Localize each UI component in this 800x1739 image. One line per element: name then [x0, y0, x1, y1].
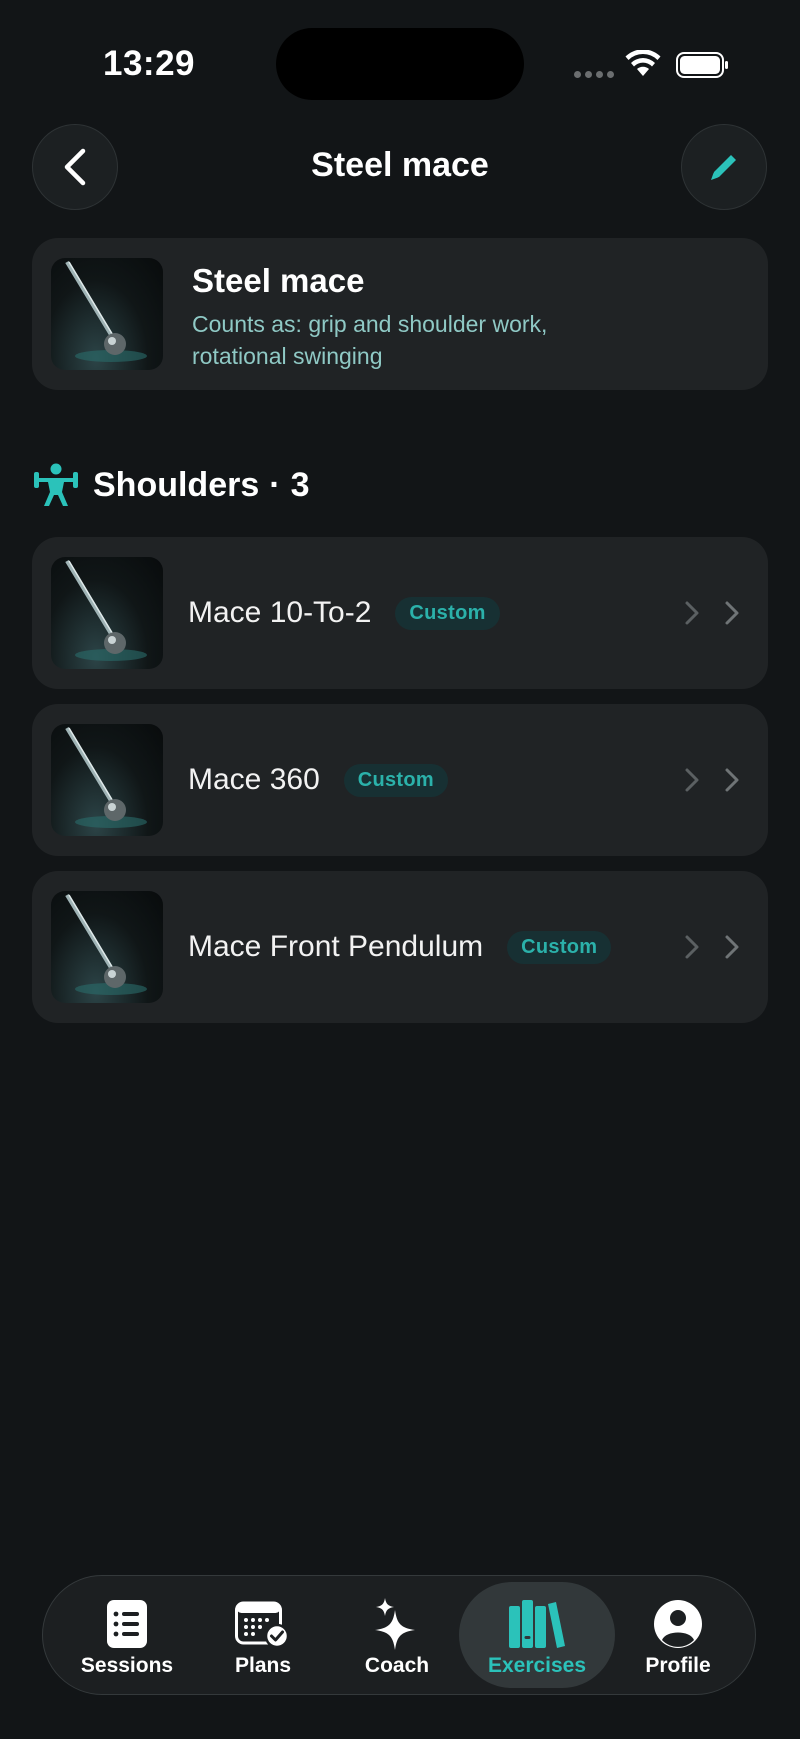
chevron-right-icon: [684, 871, 700, 1023]
section-separator: ·: [269, 466, 281, 504]
custom-badge: Custom: [507, 930, 612, 964]
section-title: Shoulders · 3: [93, 466, 310, 505]
exercise-thumbnail: [51, 557, 163, 669]
exercise-row[interactable]: Mace Front Pendulum Custom: [32, 871, 768, 1023]
sparkles-icon: [375, 1598, 415, 1650]
exercise-row[interactable]: Mace 10-To-2 Custom: [32, 537, 768, 689]
list-icon: [107, 1600, 147, 1648]
tab-label: Coach: [364, 1654, 430, 1677]
equipment-card: Steel mace Counts as: grip and shoulder …: [32, 238, 768, 390]
exercise-row[interactable]: Mace 360 Custom: [32, 704, 768, 856]
tab-coach[interactable]: Coach: [327, 1576, 467, 1693]
calendar-check-icon: [235, 1601, 290, 1649]
tab-label: Plans: [234, 1654, 292, 1677]
exercise-name: Mace 360: [188, 763, 320, 796]
exercise-thumbnail: [51, 724, 163, 836]
chevron-right-icon: [724, 871, 740, 1023]
chevron-right-icon: [724, 704, 740, 856]
pencil-icon: [711, 155, 736, 180]
chevron-right-icon: [684, 704, 700, 856]
section-count: 3: [290, 466, 310, 504]
equipment-name: Steel mace: [192, 262, 365, 299]
edit-button[interactable]: [681, 124, 767, 210]
person-circle-icon: [654, 1600, 702, 1648]
custom-badge: Custom: [343, 763, 448, 797]
tab-profile[interactable]: Profile: [608, 1576, 748, 1693]
tab-label: Exercises: [487, 1654, 587, 1677]
equipment-description: Counts as: grip and shoulder work, rotat…: [192, 311, 548, 369]
page-title: Steel mace: [311, 146, 489, 184]
tab-sessions[interactable]: Sessions: [57, 1576, 197, 1693]
exercise-name: Mace 10-To-2: [188, 596, 372, 629]
battery-icon: [676, 52, 728, 78]
chevron-right-icon: [684, 537, 700, 689]
custom-badge: Custom: [395, 596, 500, 630]
tab-label: Profile: [645, 1654, 711, 1677]
section-name: Shoulders: [93, 466, 260, 504]
books-icon: [509, 1600, 565, 1648]
chevron-right-icon: [724, 537, 740, 689]
exercise-thumbnail: [51, 891, 163, 1003]
status-time: 13:29: [103, 44, 196, 83]
exercise-name: Mace Front Pendulum: [188, 930, 484, 963]
cellular-signal-icon: [574, 71, 614, 78]
dynamic-island: [276, 28, 524, 100]
tab-exercises[interactable]: Exercises: [459, 1582, 615, 1688]
tab-bar: Sessions Plans Coach Exercises Profile: [42, 1575, 756, 1695]
tab-label: Sessions: [80, 1654, 174, 1677]
tab-plans[interactable]: Plans: [193, 1576, 333, 1693]
wifi-icon: [625, 50, 661, 76]
equipment-thumbnail: [51, 258, 163, 370]
weightlifter-icon: [34, 463, 78, 506]
